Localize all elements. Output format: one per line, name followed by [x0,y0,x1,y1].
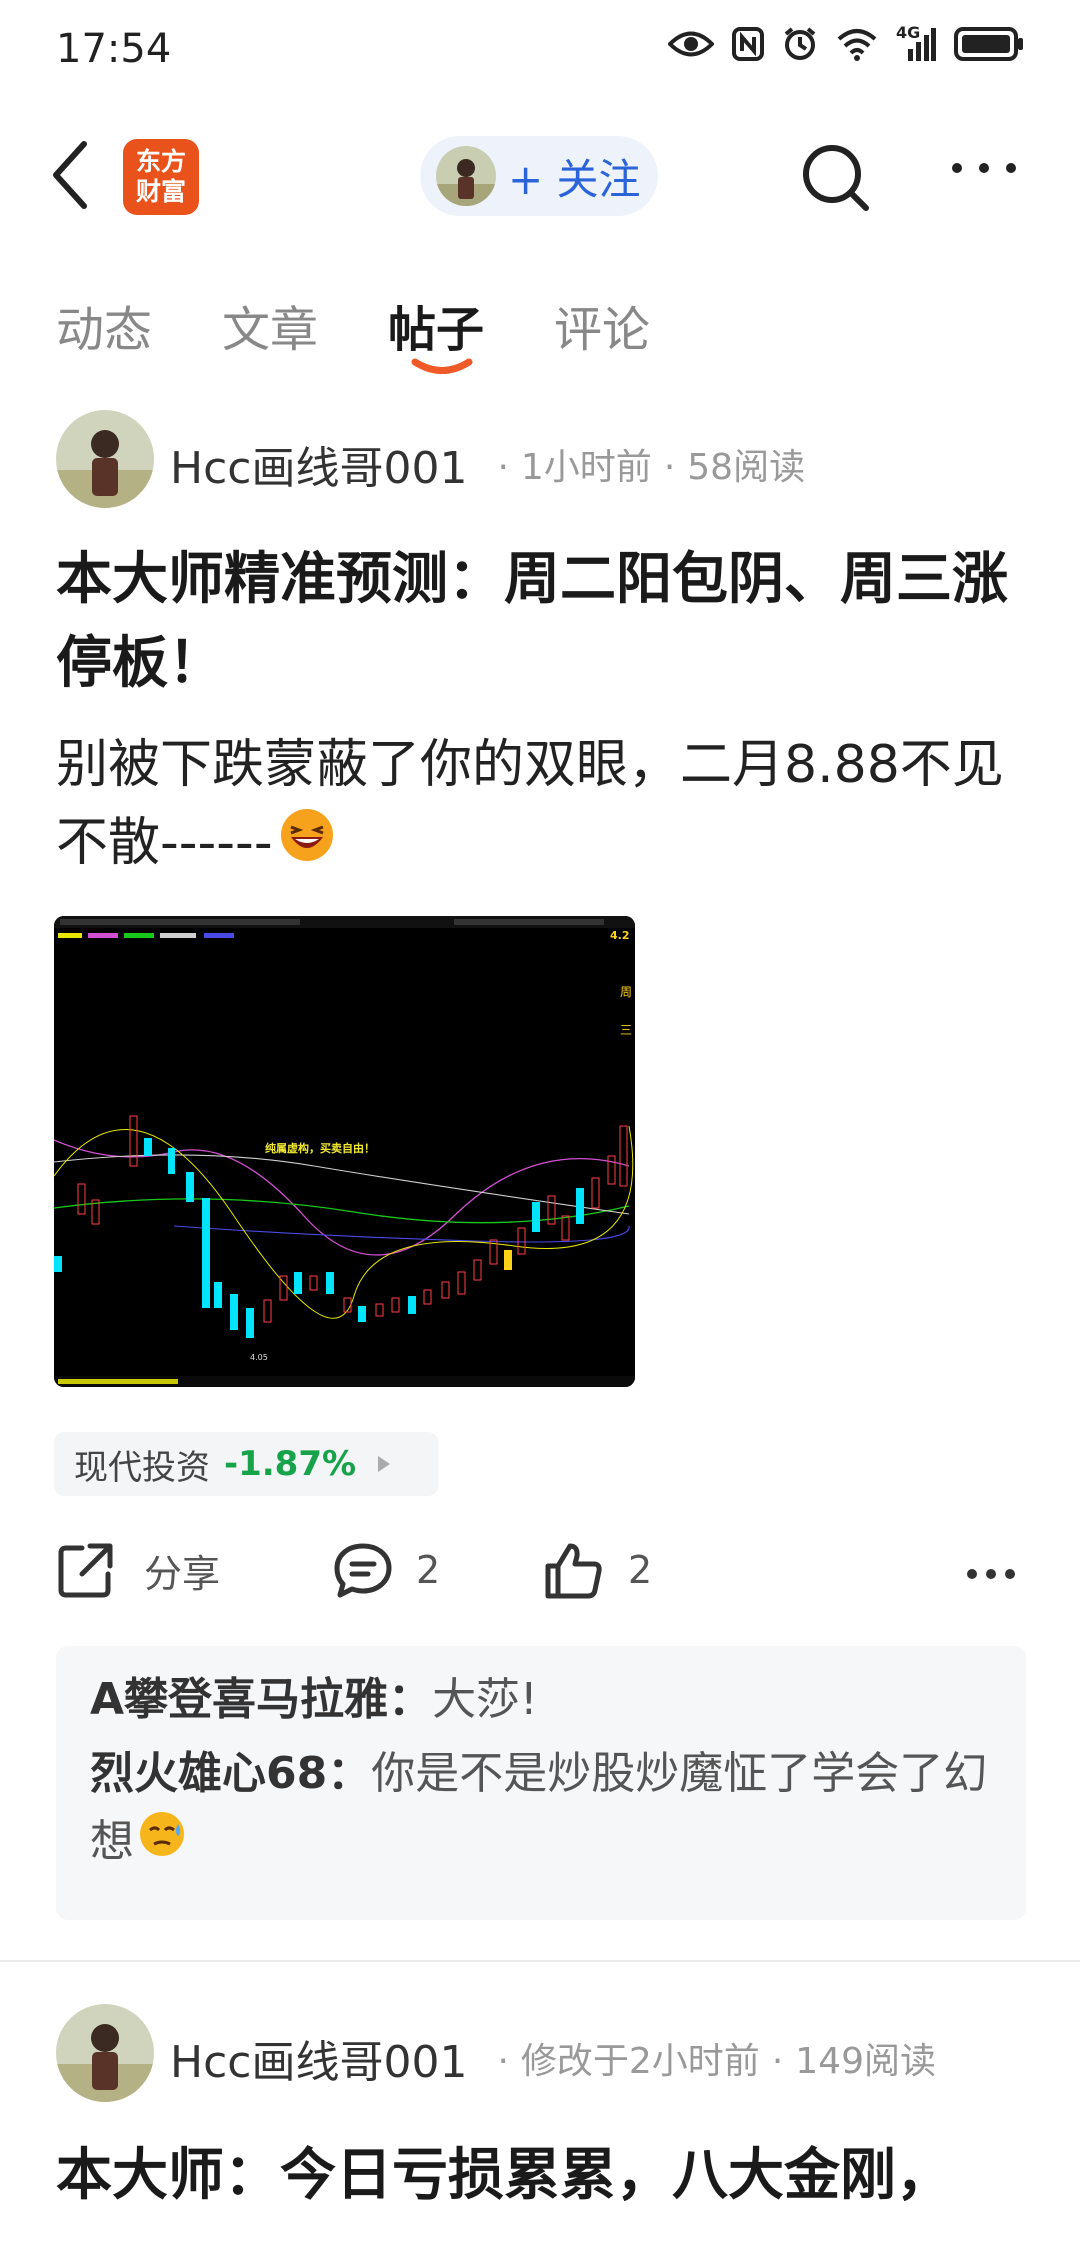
battery-icon [954,27,1023,61]
tab-articles[interactable]: 文章 [222,290,318,360]
chart-side-label-1: 周 [620,985,632,999]
post-author-line: Hcc画线哥001 · 1小时前 · 58阅读 [170,432,805,496]
comment-button[interactable]: 2 [332,1540,440,1600]
comment-icon [334,1543,392,1598]
tab-dynamics[interactable]: 动态 [56,290,152,360]
post-meta: · 修改于2小时前 · 149阅读 [497,2041,936,2082]
tab-posts[interactable]: 帖子 [388,290,484,360]
author-avatar[interactable] [56,410,154,508]
more-button[interactable] [950,160,1018,179]
kline-chart-image[interactable]: 4.2 周 三 纯属虚构，买卖自由！ 4.05 [54,916,635,1387]
post-author-line: Hcc画线哥001 · 修改于2小时前 · 149阅读 [170,2026,936,2090]
read-count: 58阅读 [687,447,806,488]
post-divider [0,1960,1080,1962]
author-avatar[interactable] [56,2004,154,2102]
search-button[interactable] [800,142,872,218]
stock-change: -1.87% [224,1444,357,1484]
avatar [436,146,496,206]
chevron-left-icon [53,141,87,209]
play-arrow-icon [378,1456,391,1472]
tab-comments[interactable]: 评论 [554,290,650,360]
like-button[interactable]: 2 [542,1540,652,1600]
author-name[interactable]: Hcc画线哥001 [170,2026,467,2090]
more-icon [952,163,1016,173]
back-button[interactable] [50,140,90,214]
status-time: 17:54 [56,26,172,72]
chart-side-label-2: 三 [620,1023,632,1037]
comment-user[interactable]: 烈火雄心68 [90,1748,327,1799]
tab-bar: 动态 文章 帖子 评论 [56,290,650,360]
comment-user[interactable]: A攀登喜马拉雅 [90,1674,388,1725]
wifi-icon [837,29,877,61]
brand-logo: 东方 财富 [123,139,199,215]
stock-name: 现代投资 [74,1447,210,1488]
chart-low-label: 4.05 [250,1353,268,1362]
sweat-emoji-icon [138,1810,186,1878]
logo-line1: 东方 [135,147,186,176]
active-tab-indicator [411,357,473,381]
nfc-icon [732,27,764,61]
share-icon [58,1543,113,1598]
comment-count: 2 [416,1548,441,1592]
laughing-emoji-icon [279,807,335,885]
comment-item: 烈火雄心68：你是不是炒股炒魔怔了学会了幻想 [90,1740,992,1878]
post-action-bar: 分享 2 2 [56,1540,1026,1610]
post-meta: · 1小时前 · 58阅读 [497,447,806,488]
post-title[interactable]: 本大师：今日亏损累累，八大金刚， [56,2130,952,2211]
follow-button[interactable]: + 关注 [420,136,658,216]
alarm-icon [784,27,816,60]
stock-tag[interactable]: 现代投资 -1.87% [54,1432,438,1496]
post-body-text: 别被下跌蒙蔽了你的双眼，二月8.88不见不散------ [56,735,1004,873]
post-more-button[interactable] [966,1568,1016,1580]
signal-indicator: 4G [896,23,936,61]
post-time: 修改于2小时前 [520,2041,760,2082]
post-title[interactable]: 本大师精准预测：周二阳包阴、周三涨停板！ [56,538,1036,706]
logo-line2: 财富 [135,177,186,206]
like-count: 2 [628,1548,653,1592]
status-icons: 4G [668,23,1024,62]
follow-label: + 关注 [508,154,641,204]
chart-caption: 纯属虚构，买卖自由！ [265,1141,375,1155]
eye-icon [668,31,714,57]
last-price-label: 4.2 [610,929,630,942]
thumbs-up-icon [545,1543,602,1599]
read-count: 149阅读 [795,2041,936,2082]
search-icon [803,145,869,211]
author-name[interactable]: Hcc画线哥001 [170,432,467,496]
network-type: 4G [896,23,921,42]
comments-preview[interactable]: A攀登喜马拉雅：大莎! 烈火雄心68：你是不是炒股炒魔怔了学会了幻想 [56,1646,1026,1920]
more-icon [967,1569,1015,1579]
comment-item: A攀登喜马拉雅：大莎! [90,1674,538,1725]
share-button[interactable]: 分享 [56,1540,220,1600]
post-time: 1小时前 [520,447,652,488]
comment-text: 大莎! [432,1674,538,1725]
post-body[interactable]: 别被下跌蒙蔽了你的双眼，二月8.88不见不散------ [56,726,1046,885]
share-label: 分享 [144,1551,221,1596]
